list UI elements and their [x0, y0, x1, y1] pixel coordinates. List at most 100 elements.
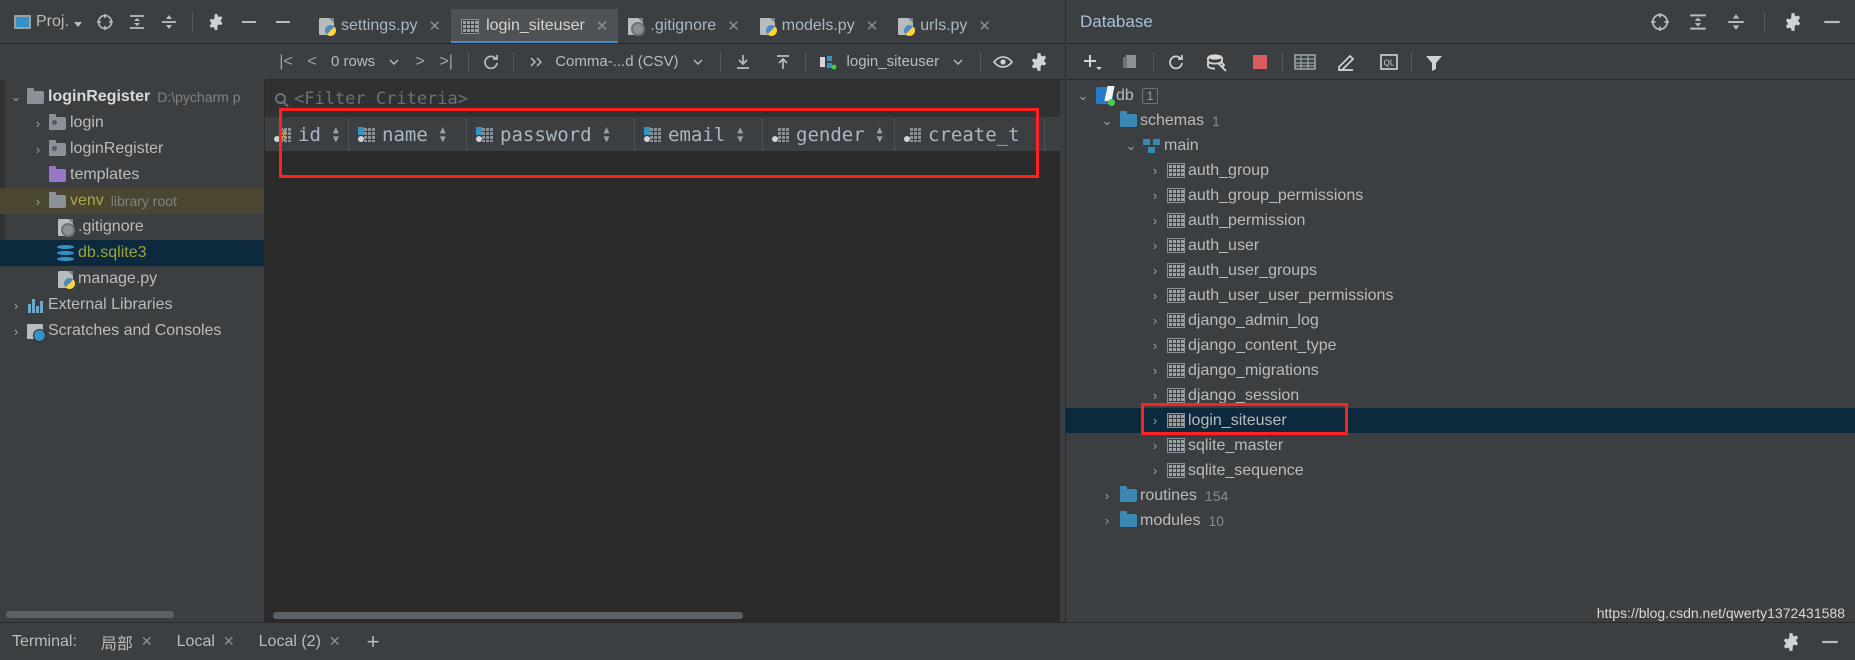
chevron-right-icon[interactable]: ›: [1098, 513, 1116, 528]
close-icon[interactable]: ✕: [223, 633, 235, 650]
chevron-down-icon[interactable]: [945, 49, 971, 75]
column-header-password[interactable]: password ▲ ▼: [467, 118, 635, 151]
chevron-right-icon[interactable]: ›: [1146, 313, 1164, 328]
add-terminal-button[interactable]: +: [353, 629, 394, 655]
chevron-down-icon[interactable]: [381, 49, 407, 75]
duplicate-icon[interactable]: [1118, 49, 1144, 75]
filter-criteria-bar[interactable]: <Filter Criteria>: [265, 80, 1065, 118]
chevron-down-icon[interactable]: ⌄: [1074, 88, 1092, 104]
chevron-right-icon[interactable]: ›: [1146, 438, 1164, 453]
db-tree-item-auth-permission[interactable]: › auth_permission: [1066, 208, 1855, 233]
db-tree-item-auth-user-user-permissions[interactable]: › auth_user_user_permissions: [1066, 283, 1855, 308]
session-label[interactable]: login_siteuser: [841, 53, 946, 70]
next-page-button[interactable]: >: [407, 49, 433, 75]
chevron-right-icon[interactable]: ›: [30, 116, 46, 131]
datasource-properties-icon[interactable]: [1205, 49, 1231, 75]
db-tree-item-db[interactable]: ⌄ db 1: [1066, 83, 1855, 108]
grid-horizontal-scrollbar[interactable]: [273, 612, 743, 619]
db-tree-item-django-migrations[interactable]: › django_migrations: [1066, 358, 1855, 383]
column-header-name[interactable]: name ▲ ▼: [349, 118, 467, 151]
column-header-gender[interactable]: gender ▲ ▼: [763, 118, 895, 151]
chevron-right-icon[interactable]: ›: [1146, 338, 1164, 353]
db-tree-item-modules[interactable]: › modules 10: [1066, 508, 1855, 533]
column-header-id[interactable]: ⚷ id ▲ ▼: [265, 118, 349, 151]
close-icon[interactable]: ✕: [428, 17, 441, 35]
chevron-down-icon[interactable]: ⌄: [8, 89, 24, 105]
close-icon[interactable]: ✕: [141, 633, 153, 650]
chevron-right-icon[interactable]: ›: [30, 142, 46, 157]
first-page-button[interactable]: |<: [273, 49, 299, 75]
last-page-button[interactable]: >|: [433, 49, 459, 75]
tree-item-external-libraries[interactable]: › External Libraries: [0, 292, 264, 318]
chevron-right-icon[interactable]: ›: [8, 298, 24, 313]
settings-gear-icon[interactable]: [1783, 12, 1803, 32]
sort-spinner-icon[interactable]: ▲ ▼: [604, 125, 610, 144]
project-panel-title[interactable]: Proj.: [14, 13, 82, 31]
row-count-label[interactable]: 0 rows: [325, 53, 381, 70]
filter-icon[interactable]: [1421, 49, 1447, 75]
chevron-right-icon[interactable]: ›: [1146, 288, 1164, 303]
tree-item-gitignore[interactable]: .gitignore: [0, 214, 264, 240]
chevron-right-icon[interactable]: ›: [1146, 163, 1164, 178]
collapse-all-icon[interactable]: [160, 13, 178, 31]
editor-tab-gitignore[interactable]: .gitignore ✕: [618, 9, 749, 43]
refresh-icon[interactable]: [1163, 49, 1189, 75]
modify-icon[interactable]: [1334, 49, 1360, 75]
db-tree-item-login-siteuser[interactable]: › login_siteuser: [1066, 408, 1855, 433]
chevron-right-icon[interactable]: ›: [1146, 388, 1164, 403]
tree-item-manage-py[interactable]: manage.py: [0, 266, 264, 292]
gear-icon[interactable]: [1026, 49, 1052, 75]
editor-tab-models-py[interactable]: models.py ✕: [750, 9, 889, 43]
tree-item-templates[interactable]: templates: [0, 162, 264, 188]
db-tree-item-auth-user[interactable]: › auth_user: [1066, 233, 1855, 258]
chevron-down-icon[interactable]: [685, 49, 711, 75]
chevron-right-icon[interactable]: ›: [1146, 363, 1164, 378]
export-format-label[interactable]: Comma-...d (CSV): [549, 53, 684, 70]
chevron-right-icon[interactable]: ›: [30, 194, 46, 209]
close-icon[interactable]: ✕: [866, 17, 879, 35]
terminal-tab-local-cn[interactable]: 局部 ✕: [89, 630, 165, 654]
db-tree-item-routines[interactable]: › routines 154: [1066, 483, 1855, 508]
db-tree-item-sqlite-master[interactable]: › sqlite_master: [1066, 433, 1855, 458]
db-tree-item-django-content-type[interactable]: › django_content_type: [1066, 333, 1855, 358]
prev-page-button[interactable]: <: [299, 49, 325, 75]
project-horizontal-scrollbar[interactable]: [6, 611, 174, 618]
minimize-icon[interactable]: [239, 13, 259, 31]
chevron-right-icon[interactable]: ›: [1146, 413, 1164, 428]
table-editor-icon[interactable]: [1292, 49, 1318, 75]
db-tree-item-schemas[interactable]: ⌄ schemas 1: [1066, 108, 1855, 133]
locate-icon[interactable]: [1650, 12, 1670, 32]
db-tree-item-auth-user-groups[interactable]: › auth_user_groups: [1066, 258, 1855, 283]
column-header-create-t[interactable]: create_t: [895, 118, 1045, 151]
terminal-tab-local-2[interactable]: Local (2) ✕: [247, 633, 353, 651]
chevron-right-icon[interactable]: ›: [1146, 213, 1164, 228]
sort-spinner-icon[interactable]: ▲ ▼: [333, 125, 339, 144]
minimize-icon[interactable]: [1819, 632, 1841, 652]
chevron-right-icon[interactable]: ›: [1146, 263, 1164, 278]
settings-gear-icon[interactable]: [207, 13, 225, 31]
terminal-tab-local[interactable]: Local ✕: [165, 633, 247, 651]
db-tree-item-main[interactable]: ⌄ main: [1066, 133, 1855, 158]
refresh-icon[interactable]: [478, 49, 504, 75]
upload-icon[interactable]: [770, 49, 796, 75]
sort-spinner-icon[interactable]: ▲ ▼: [440, 125, 446, 144]
db-tree-item-django-session[interactable]: › django_session: [1066, 383, 1855, 408]
editor-tab-login-siteuser[interactable]: login_siteuser ✕: [451, 9, 619, 43]
column-header-email[interactable]: email ▲ ▼: [635, 118, 763, 151]
tree-item-venv[interactable]: › venv library root: [0, 188, 264, 214]
editor-tab-urls-py[interactable]: urls.py ✕: [888, 9, 1001, 43]
tree-item-db-sqlite3[interactable]: db.sqlite3: [0, 240, 264, 266]
db-tree-item-auth-group-permissions[interactable]: › auth_group_permissions: [1066, 183, 1855, 208]
stop-icon[interactable]: [1247, 49, 1273, 75]
tree-item-loginregister-module[interactable]: › loginRegister: [0, 136, 264, 162]
tree-item-login[interactable]: › login: [0, 110, 264, 136]
hide-tabs-icon[interactable]: [265, 13, 309, 43]
close-icon[interactable]: ✕: [596, 17, 609, 35]
close-icon[interactable]: ✕: [329, 633, 341, 650]
download-icon[interactable]: [730, 49, 756, 75]
collapse-all-icon[interactable]: [1726, 12, 1746, 32]
sort-spinner-icon[interactable]: ▲ ▼: [877, 125, 883, 144]
db-tree-item-django-admin-log[interactable]: › django_admin_log: [1066, 308, 1855, 333]
settings-gear-icon[interactable]: [1781, 632, 1801, 652]
chevron-right-icon[interactable]: ›: [1146, 188, 1164, 203]
